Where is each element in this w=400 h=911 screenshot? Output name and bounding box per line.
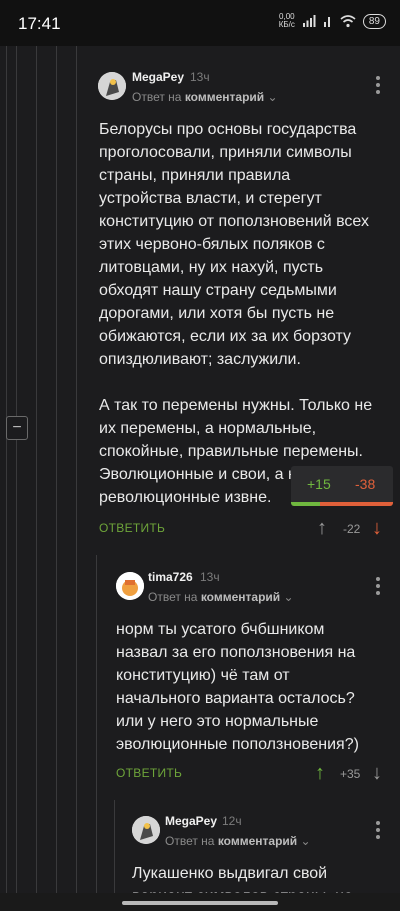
comment-time: 13ч <box>190 70 210 84</box>
chevron-down-icon: ⌄ <box>283 590 294 604</box>
avatar[interactable] <box>116 572 144 600</box>
vote-bar-minus <box>319 502 393 506</box>
vote-bar-plus <box>291 502 320 506</box>
status-icons: 0,00 КБ/с 89 <box>279 13 386 29</box>
avatar[interactable] <box>98 72 126 100</box>
comment-time: 12ч <box>222 814 242 828</box>
upvote-arrow-icon[interactable]: ↑ <box>315 763 325 783</box>
reply-to-link[interactable]: Ответ на комментарий ⌄ <box>148 590 294 604</box>
avatar[interactable] <box>132 816 160 844</box>
signal-2-icon <box>323 17 330 27</box>
more-options-icon[interactable] <box>376 821 380 842</box>
home-gesture-pill[interactable] <box>122 901 278 905</box>
comment-time: 13ч <box>200 570 220 584</box>
status-time: 17:41 <box>18 14 61 33</box>
comment-text: Лукашенко выдвигал свой вариант символов… <box>132 865 353 894</box>
system-nav-bar <box>0 893 400 911</box>
thread-line <box>36 46 37 911</box>
comment-author[interactable]: MegaPey <box>165 814 217 828</box>
reply-to-link[interactable]: Ответ на комментарий ⌄ <box>132 90 278 104</box>
status-bar: 17:41 0,00 КБ/с 89 <box>0 0 400 46</box>
thread-line <box>6 46 7 911</box>
net-speed: 0,00 КБ/с <box>278 12 295 29</box>
vote-breakdown-popup: +15 -38 <box>291 466 393 506</box>
signal-icon <box>302 15 316 27</box>
thread-line <box>76 46 77 911</box>
reply-to-link[interactable]: Ответ на комментарий ⌄ <box>165 834 311 848</box>
wifi-icon <box>340 15 356 28</box>
upvote-arrow-icon[interactable]: ↑ <box>317 518 327 538</box>
battery-icon: 89 <box>362 13 386 29</box>
thread-line <box>56 46 57 911</box>
collapse-thread-button[interactable]: − <box>6 416 28 440</box>
vote-minus-count: -38 <box>355 476 376 492</box>
vote-plus-count: +15 <box>307 476 331 492</box>
more-options-icon[interactable] <box>376 76 380 97</box>
rating-value: -22 <box>343 522 361 536</box>
chevron-down-icon: ⌄ <box>267 90 278 104</box>
more-options-icon[interactable] <box>376 577 380 598</box>
chevron-down-icon: ⌄ <box>300 834 311 848</box>
comment-text: Белорусы про основы государства проголос… <box>99 121 373 506</box>
thread-line <box>96 555 97 911</box>
downvote-arrow-icon[interactable]: ↓ <box>372 763 382 783</box>
rating-value: +35 <box>340 767 361 781</box>
comment-text: норм ты усатого бчбшником назвал за его … <box>116 621 359 753</box>
reply-button[interactable]: ОТВЕТИТЬ <box>99 521 165 535</box>
comment-author[interactable]: MegaPey <box>132 70 184 84</box>
reply-button[interactable]: ОТВЕТИТЬ <box>116 766 182 780</box>
downvote-arrow-icon[interactable]: ↓ <box>372 518 382 538</box>
thread-line <box>16 46 17 911</box>
comment-author[interactable]: tima726 <box>148 570 193 584</box>
